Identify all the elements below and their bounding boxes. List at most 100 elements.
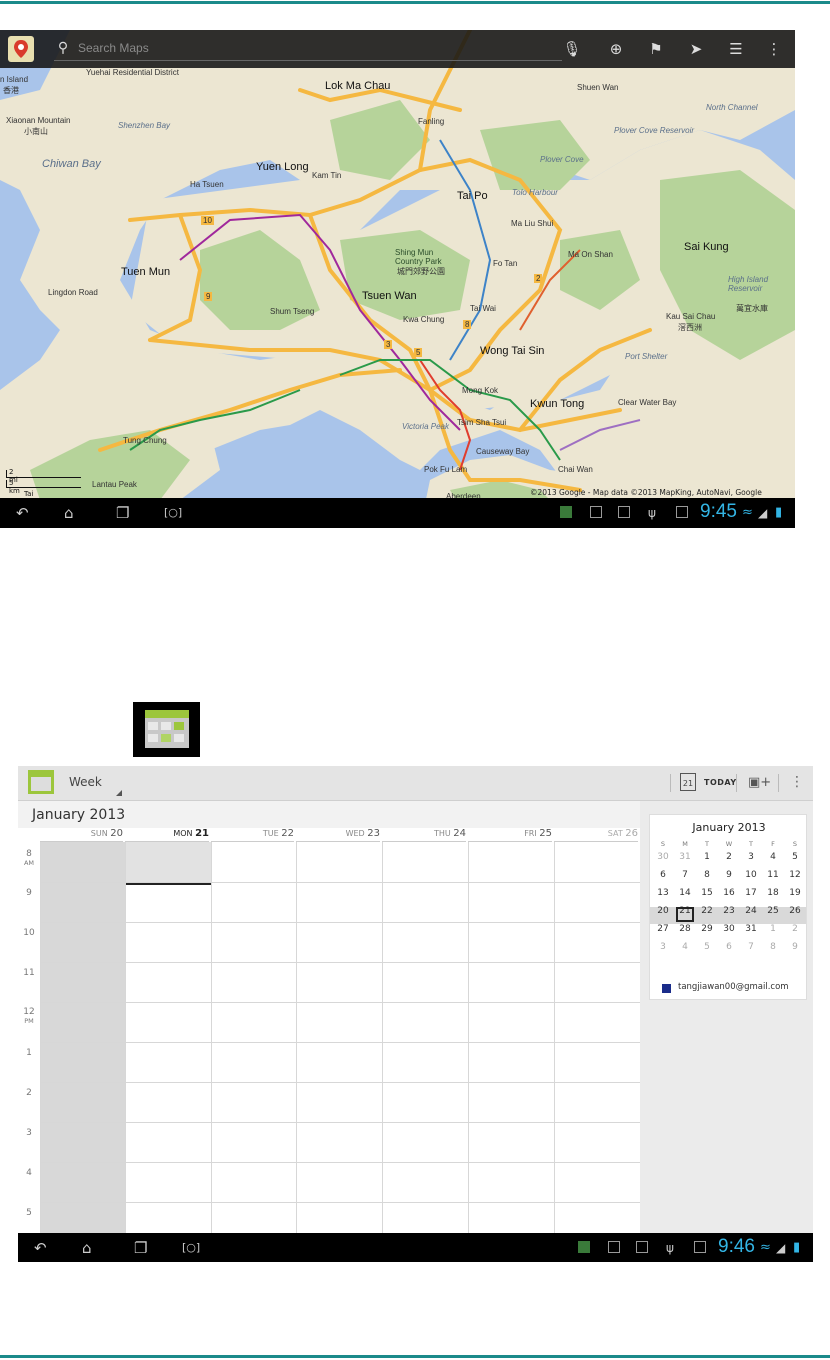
calendar-home-icon[interactable] [28, 770, 54, 794]
overflow-menu-icon[interactable]: ⋮ [790, 774, 804, 790]
view-selector[interactable]: Week [69, 775, 102, 789]
directions-icon[interactable]: ➤ [686, 39, 706, 59]
day-header-tue[interactable]: TUE 22 [211, 828, 294, 842]
home-icon[interactable]: ⌂ [64, 503, 74, 523]
mini-day-cell[interactable]: 22 [696, 906, 718, 916]
mini-day-cell[interactable]: 8 [696, 870, 718, 880]
my-location-icon[interactable]: ⊕ [606, 39, 626, 59]
microphone-icon[interactable]: 🎙 [562, 39, 582, 59]
mini-day-cell[interactable]: 4 [674, 942, 696, 952]
today-calendar-icon[interactable]: 21 [680, 773, 696, 791]
media-notification-icon [694, 1241, 706, 1253]
map-canvas[interactable] [0, 30, 795, 528]
mini-dow-label: W [725, 840, 733, 848]
label-ma-liu-shui: Ma Liu Shui [511, 219, 554, 228]
day-header-wed[interactable]: WED 23 [296, 828, 380, 842]
screenshot-icon[interactable]: [○] [182, 1238, 200, 1258]
hour-label: 4 [26, 1168, 32, 1178]
mini-day-cell[interactable]: 5 [696, 942, 718, 952]
maps-screenshot: Yuehai Residential District Lok Ma Chau … [0, 30, 795, 528]
mini-day-cell[interactable]: 12 [784, 870, 806, 880]
mini-day-cell[interactable]: 26 [784, 906, 806, 916]
label-sai-kung: Sai Kung [684, 241, 729, 253]
usb-icon: ψ [648, 506, 656, 520]
overflow-menu-icon[interactable]: ⋮ [764, 39, 784, 59]
mini-day-cell[interactable]: 7 [740, 942, 762, 952]
mini-day-cell[interactable]: 4 [762, 852, 784, 862]
mini-day-cell[interactable]: 5 [784, 852, 806, 862]
mini-day-cell[interactable]: 9 [718, 870, 740, 880]
mini-day-cell[interactable]: 28 [674, 924, 696, 934]
back-icon[interactable]: ↶ [16, 503, 29, 523]
today-button[interactable]: TODAY [704, 778, 737, 787]
mini-day-cell[interactable]: 25 [762, 906, 784, 916]
mini-day-cell[interactable]: 27 [652, 924, 674, 934]
search-maps-field[interactable]: ⚲ Search Maps [54, 38, 562, 61]
places-icon[interactable]: ⚑ [646, 39, 666, 59]
label-shing-mun: Shing Mun Country Park [395, 248, 442, 266]
signal-icon: ◢ [776, 1241, 786, 1255]
week-grid[interactable]: SUN 20 MON 21 TUE 22 WED 23 THU 24 FRI 2… [18, 828, 640, 1233]
battery-icon: ▮ [775, 505, 783, 520]
day-header-sun[interactable]: SUN 20 [40, 828, 123, 842]
label-north-channel: North Channel [706, 103, 758, 112]
mini-day-cell[interactable]: 11 [762, 870, 784, 880]
mini-day-cell[interactable]: 13 [652, 888, 674, 898]
mini-day-cell[interactable]: 9 [784, 942, 806, 952]
mini-day-cell[interactable]: 6 [652, 870, 674, 880]
gallery-notification-icon [590, 506, 602, 518]
screenshot-icon[interactable]: [○] [164, 503, 182, 523]
status-clock: 9:45 [700, 501, 737, 522]
label-route-8: 8 [463, 320, 472, 329]
home-icon[interactable]: ⌂ [82, 1238, 92, 1258]
mini-day-cell[interactable]: 6 [718, 942, 740, 952]
mini-day-cell[interactable]: 10 [740, 870, 762, 880]
mini-day-cell[interactable]: 3 [740, 852, 762, 862]
mini-day-cell[interactable]: 2 [784, 924, 806, 934]
mini-day-cell[interactable]: 15 [696, 888, 718, 898]
mini-day-cell[interactable]: 3 [652, 942, 674, 952]
mini-day-cell[interactable]: 24 [740, 906, 762, 916]
search-maps-placeholder: Search Maps [78, 41, 149, 55]
day-header-sat[interactable]: SAT 26 [554, 828, 638, 842]
mini-day-cell[interactable]: 8 [762, 942, 784, 952]
new-event-icon[interactable]: ▣+ [748, 775, 771, 790]
label-xiaonan-cn: 小南山 [24, 127, 48, 136]
maps-app-icon[interactable] [8, 36, 34, 62]
mini-day-cell[interactable]: 17 [740, 888, 762, 898]
day-header-mon[interactable]: MON 21 [125, 828, 209, 842]
mini-month-calendar[interactable]: January 2013 S M T W T F S 30 31 1 2 3 4 5 6 7 8 9 10 11 12 1… [649, 814, 807, 1000]
mini-day-cell[interactable]: 19 [784, 888, 806, 898]
back-icon[interactable]: ↶ [34, 1238, 47, 1258]
label-pok-fu-lam: Pok Fu Lam [424, 465, 468, 474]
label-route-9: 9 [204, 292, 213, 301]
recent-apps-icon[interactable]: ❐ [116, 503, 129, 523]
usb-icon: ψ [666, 1241, 674, 1255]
layers-icon[interactable]: ☰ [726, 39, 746, 59]
label-lok-ma-chau: Lok Ma Chau [325, 80, 391, 92]
recent-apps-icon[interactable]: ❐ [134, 1238, 147, 1258]
label-causeway-bay: Causeway Bay [476, 447, 530, 456]
mini-day-cell[interactable]: 20 [652, 906, 674, 916]
mini-day-cell[interactable]: 31 [674, 852, 696, 862]
mini-day-cell[interactable]: 1 [762, 924, 784, 934]
sunday-column-shade [40, 842, 125, 1233]
mini-day-cell[interactable]: 1 [696, 852, 718, 862]
label-tsuen-wan: Tsuen Wan [362, 290, 417, 302]
mini-day-cell[interactable]: 29 [696, 924, 718, 934]
mini-day-cell[interactable]: 30 [652, 852, 674, 862]
day-header-fri[interactable]: FRI 25 [468, 828, 552, 842]
mini-day-cell[interactable]: 16 [718, 888, 740, 898]
week-grid-lines [40, 842, 640, 1233]
day-header-thu[interactable]: THU 24 [382, 828, 466, 842]
mini-day-cell[interactable]: 7 [674, 870, 696, 880]
hour-label: 1 [26, 1048, 32, 1058]
mini-day-cell[interactable]: 23 [718, 906, 740, 916]
mini-day-cell[interactable]: 31 [740, 924, 762, 934]
mini-day-cell[interactable]: 18 [762, 888, 784, 898]
label-tolo-harbour: Tolo Harbour [512, 188, 558, 197]
mini-day-cell[interactable]: 30 [718, 924, 740, 934]
mini-day-cell[interactable]: 2 [718, 852, 740, 862]
mini-day-cell[interactable]: 14 [674, 888, 696, 898]
battery-icon: ▮ [793, 1240, 801, 1255]
